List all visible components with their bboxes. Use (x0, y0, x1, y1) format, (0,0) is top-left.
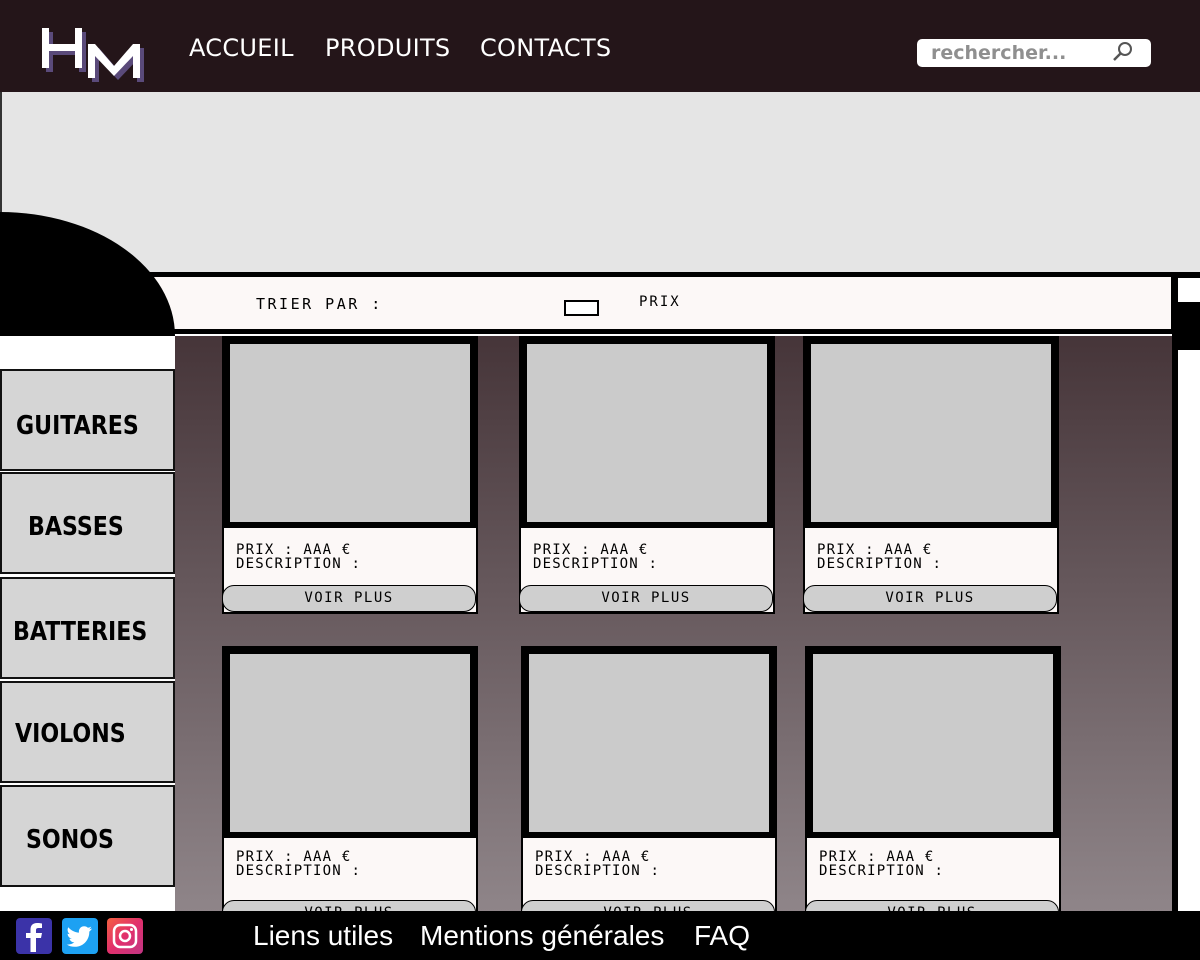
sort-price-checkbox[interactable] (564, 300, 599, 316)
product-price: PRIX : AAA € (535, 849, 651, 865)
sort-option-price[interactable]: PRIX (639, 294, 681, 310)
product-card: PRIX : AAA € DESCRIPTION : VOIR PLUS (805, 646, 1061, 927)
sidebar-item-batteries[interactable]: BATTERIES (0, 577, 175, 679)
product-price: PRIX : AAA € (817, 542, 933, 558)
product-image[interactable] (521, 338, 773, 528)
twitter-icon[interactable] (62, 918, 98, 954)
sidebar-item-label: SONOS (26, 825, 114, 855)
nav-produits[interactable]: PRODUITS (325, 34, 450, 62)
product-price: PRIX : AAA € (236, 542, 352, 558)
facebook-icon[interactable] (16, 918, 52, 954)
hm-logo[interactable] (40, 24, 158, 88)
sidebar-item-guitares[interactable]: GUITARES (0, 369, 175, 471)
product-description: DESCRIPTION : (819, 863, 945, 879)
instagram-icon[interactable] (107, 918, 143, 954)
nav-contacts[interactable]: CONTACTS (480, 34, 611, 62)
product-image[interactable] (224, 338, 476, 528)
product-card: PRIX : AAA € DESCRIPTION : VOIR PLUS (222, 646, 478, 927)
product-card: PRIX : AAA € DESCRIPTION : VOIR PLUS (222, 336, 478, 614)
product-price: PRIX : AAA € (819, 849, 935, 865)
right-frame (1172, 272, 1200, 912)
footer-link-liens-utiles[interactable]: Liens utiles (253, 920, 393, 952)
search-icon[interactable] (1111, 40, 1135, 64)
product-description: DESCRIPTION : (817, 556, 943, 572)
sidebar-item-basses[interactable]: BASSES (0, 472, 175, 574)
product-image[interactable] (523, 648, 775, 838)
voir-plus-button[interactable]: VOIR PLUS (519, 585, 773, 612)
product-description: DESCRIPTION : (236, 863, 362, 879)
product-description: DESCRIPTION : (535, 863, 661, 879)
sidebar-item-sonos[interactable]: SONOS (0, 785, 175, 887)
product-card: PRIX : AAA € DESCRIPTION : VOIR PLUS (803, 336, 1059, 614)
voir-plus-button[interactable]: VOIR PLUS (222, 585, 476, 612)
product-card: PRIX : AAA € DESCRIPTION : VOIR PLUS (519, 336, 775, 614)
product-image[interactable] (805, 338, 1057, 528)
sidebar-item-label: BATTERIES (13, 617, 148, 647)
voir-plus-button[interactable]: VOIR PLUS (803, 585, 1057, 612)
product-price: PRIX : AAA € (533, 542, 649, 558)
sidebar-item-label: BASSES (28, 512, 124, 542)
sidebar-item-label: GUITARES (16, 411, 139, 441)
search-input[interactable] (931, 39, 1111, 67)
sidebar-item-label: VIOLONS (15, 719, 126, 749)
product-description: DESCRIPTION : (236, 556, 362, 572)
product-description: DESCRIPTION : (533, 556, 659, 572)
nav-accueil[interactable]: ACCUEIL (189, 34, 294, 62)
sidebar-item-violons[interactable]: VIOLONS (0, 681, 175, 783)
product-price: PRIX : AAA € (236, 849, 352, 865)
hero-banner (0, 92, 1200, 278)
product-image[interactable] (224, 648, 476, 838)
footer-link-faq[interactable]: FAQ (694, 920, 750, 952)
footer-link-mentions[interactable]: Mentions générales (420, 920, 664, 952)
sort-label: TRIER PAR : (256, 295, 383, 313)
product-card: PRIX : AAA € DESCRIPTION : VOIR PLUS (521, 646, 777, 927)
product-image[interactable] (807, 648, 1059, 838)
